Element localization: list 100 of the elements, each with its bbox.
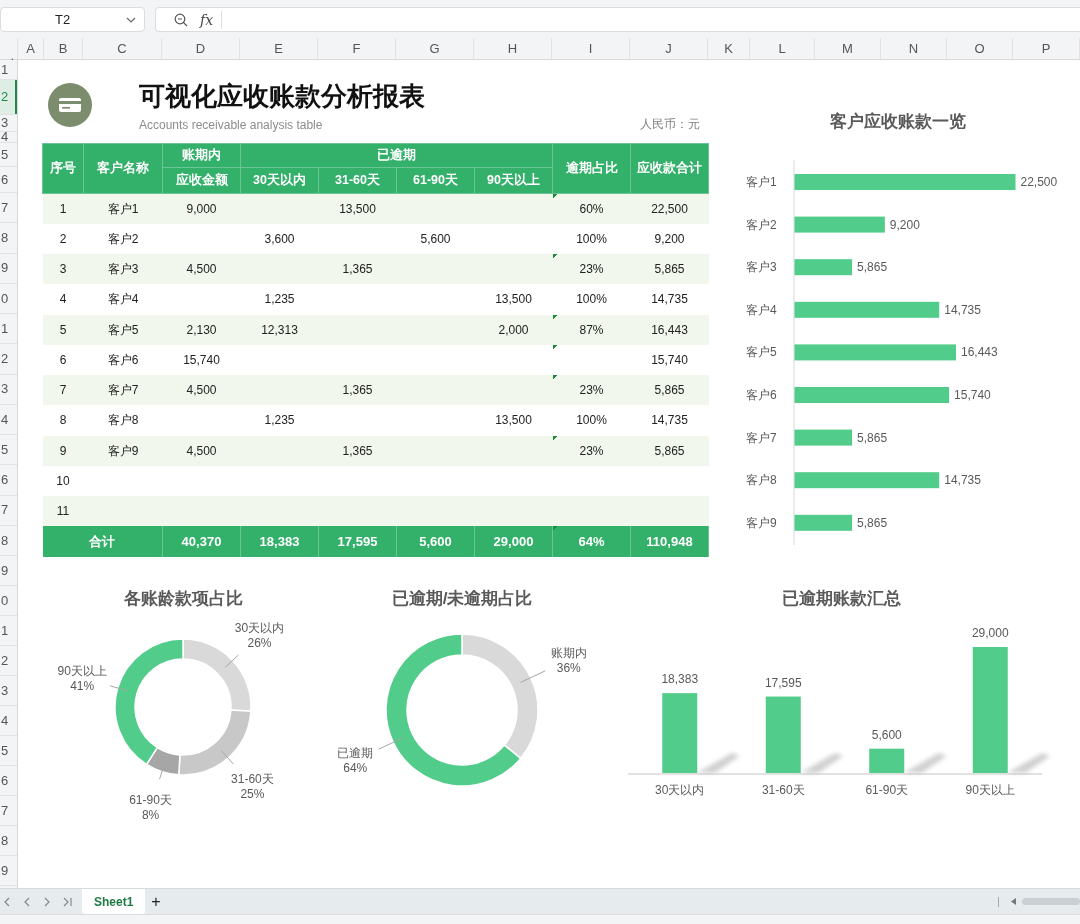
last-sheet-icon[interactable] xyxy=(63,896,72,907)
column-header[interactable]: O xyxy=(947,38,1013,59)
table-cell: 5,865 xyxy=(630,254,709,285)
row-header[interactable]: 4 xyxy=(0,404,17,435)
table-cell: 23% xyxy=(552,254,631,285)
row-header[interactable]: 7 xyxy=(0,193,17,224)
column-header[interactable]: E xyxy=(240,38,318,59)
slice-label: 已逾期 xyxy=(337,745,374,760)
row-header[interactable]: 0 xyxy=(0,283,17,314)
axis-label: 客户1 xyxy=(746,175,777,189)
row-header[interactable]: 3 xyxy=(0,676,17,706)
value-label: 36% xyxy=(556,660,581,675)
chart-title: 各账龄款项占比 xyxy=(123,588,243,608)
function-button[interactable]: fx xyxy=(200,10,223,29)
row-header[interactable]: 8 xyxy=(0,223,17,254)
column-header[interactable]: P xyxy=(1013,38,1080,59)
sheet-tab[interactable]: Sheet1 xyxy=(82,889,146,914)
table-cell: 15,740 xyxy=(162,344,241,375)
column-header[interactable]: F xyxy=(318,38,396,59)
row-header[interactable]: 2 xyxy=(0,344,17,375)
table-cell: 客户6 xyxy=(83,344,163,375)
value-label: 41% xyxy=(70,678,95,693)
header-cell: 已逾期 xyxy=(240,143,553,168)
row-header[interactable]: 9 xyxy=(0,556,17,586)
row-header[interactable]: 5 xyxy=(0,435,17,466)
table-cell: 100% xyxy=(552,223,631,254)
table-cell: 5 xyxy=(42,314,84,345)
row-header[interactable]: 1 xyxy=(0,616,17,646)
name-box[interactable]: T2 xyxy=(0,7,145,32)
row-header[interactable]: 5 xyxy=(0,736,17,766)
chevron-left-icon[interactable] xyxy=(23,896,32,907)
row-header[interactable]: 4 xyxy=(0,706,17,736)
table-cell: 1,365 xyxy=(318,254,397,285)
value-label: 14,735 xyxy=(944,302,981,317)
table-cell: 客户9 xyxy=(83,435,163,466)
bar xyxy=(794,514,853,531)
card-icon xyxy=(48,83,92,127)
column-header[interactable]: I xyxy=(552,38,630,59)
row-header[interactable]: 7 xyxy=(0,796,17,826)
value-label: 5,865 xyxy=(857,430,888,445)
zoom-icon[interactable] xyxy=(174,12,188,27)
column-header[interactable]: H xyxy=(474,38,552,59)
row-header[interactable]: 6 xyxy=(0,766,17,796)
column-header[interactable]: G xyxy=(396,38,474,59)
value-label: 8% xyxy=(141,807,160,822)
header-cell: 逾期占比 xyxy=(552,143,631,194)
add-sheet-button[interactable]: + xyxy=(145,893,167,910)
column-header[interactable]: D xyxy=(162,38,240,59)
table-cell: 5,865 xyxy=(630,375,709,406)
scrollbar-thumb[interactable] xyxy=(1022,898,1080,905)
row-header[interactable]: 8 xyxy=(0,826,17,856)
table-cell: 4,500 xyxy=(162,375,241,406)
chart-title: 客户应收账款一览 xyxy=(830,112,966,131)
table-cell: 客户3 xyxy=(83,254,163,285)
column-header[interactable]: J xyxy=(630,38,708,59)
leader-line xyxy=(109,684,128,691)
chevron-right-icon[interactable] xyxy=(43,896,52,907)
leader-line xyxy=(220,749,234,764)
table-cell: 客户7 xyxy=(83,375,163,406)
row-header[interactable]: 9 xyxy=(0,253,17,284)
total-cell: 40,370 xyxy=(162,526,241,557)
table-cell: 5,600 xyxy=(396,223,475,254)
column-header[interactable]: M xyxy=(815,38,881,59)
column-header[interactable]: N xyxy=(881,38,947,59)
table-cell: 8 xyxy=(42,405,84,436)
row-header[interactable]: 1 xyxy=(0,314,17,345)
table-cell: 9,000 xyxy=(162,193,241,224)
axis-label: 客户8 xyxy=(746,473,777,488)
slice-label: 账期内 xyxy=(550,645,587,660)
row-header[interactable]: 2 xyxy=(0,646,17,676)
row-header[interactable]: 2 xyxy=(0,80,17,115)
column-header[interactable]: A xyxy=(18,38,44,59)
axis-label: 客户7 xyxy=(746,430,777,445)
value-label: 29,000 xyxy=(971,625,1009,640)
row-header[interactable]: 7 xyxy=(0,495,17,526)
row-header[interactable]: 3 xyxy=(0,374,17,405)
table-cell: 4,500 xyxy=(162,435,241,466)
shadow-drawing xyxy=(903,752,947,773)
table-cell: 9,200 xyxy=(630,223,709,254)
row-header[interactable]: 0 xyxy=(0,586,17,616)
table-cell: 1,365 xyxy=(318,435,397,466)
row-header[interactable]: 9 xyxy=(0,856,17,886)
row-header[interactable]: 3 xyxy=(0,115,17,132)
column-header[interactable]: B xyxy=(44,38,83,59)
row-header[interactable]: 6 xyxy=(0,465,17,496)
value-label: 22,500 xyxy=(1020,175,1058,189)
value-label: 26% xyxy=(247,635,272,650)
report-subtitle: Accounts receivable analysis table xyxy=(139,117,324,134)
column-header[interactable]: L xyxy=(750,38,815,59)
row-header[interactable]: 8 xyxy=(0,525,17,556)
chevron-left-icon[interactable] xyxy=(3,896,12,907)
row-header[interactable]: 5 xyxy=(0,143,17,167)
scroll-left-icon[interactable] xyxy=(1011,898,1016,905)
column-header[interactable]: K xyxy=(708,38,750,59)
row-header[interactable]: 6 xyxy=(0,167,17,193)
column-header[interactable]: C xyxy=(83,38,162,59)
axis-label: 客户3 xyxy=(746,260,777,275)
table-cell: 1,235 xyxy=(240,284,319,315)
total-cell: 29,000 xyxy=(474,526,553,557)
row-header[interactable]: 4 xyxy=(0,132,17,143)
